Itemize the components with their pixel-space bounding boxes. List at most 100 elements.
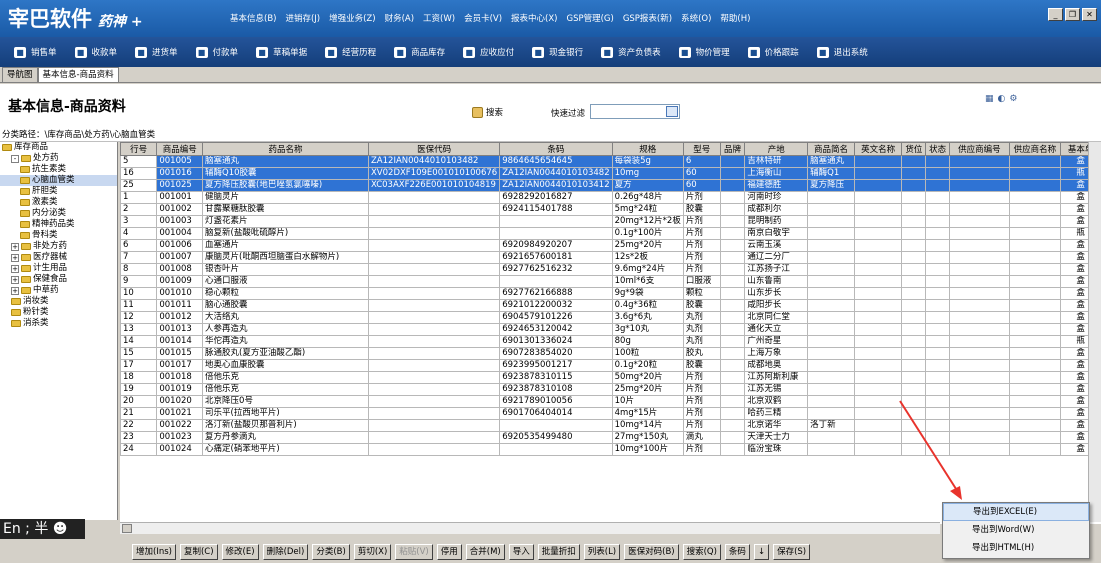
- column-header[interactable]: 型号: [682, 142, 721, 156]
- table-row[interactable]: 6 001006 血塞通片 6920984920207 25mg*20片 片剂 云南玉溪盒: [120, 239, 1101, 252]
- action-button[interactable]: ↓: [753, 543, 770, 560]
- menu-item[interactable]: GSP管理(G): [567, 12, 614, 24]
- menu-item[interactable]: GSP报表(新): [623, 12, 672, 24]
- column-header[interactable]: 药品名称: [202, 142, 369, 156]
- context-menu-item[interactable]: 导出到HTML(H): [943, 539, 1089, 557]
- table-row[interactable]: 8 001008 银杏叶片 6927762516232 9.6mg*24片 片剂 江苏扬子江…: [120, 263, 1101, 276]
- tree-node[interactable]: 精神药品类: [0, 219, 117, 230]
- tree-node[interactable]: 库存商品: [0, 142, 117, 153]
- menu-item[interactable]: 报表中心(X): [511, 12, 557, 24]
- toolbar-button[interactable]: ■ 现金银行: [526, 46, 589, 58]
- toolbar-button[interactable]: ■ 物价管理: [673, 46, 736, 58]
- toolbar-button[interactable]: ■ 商品库存: [388, 46, 451, 58]
- column-header[interactable]: 英文名称: [853, 142, 903, 156]
- tab[interactable]: 导航图: [2, 67, 38, 82]
- toolbar-button[interactable]: ■ 退出系统: [811, 46, 874, 58]
- column-header[interactable]: 商品编号: [156, 142, 204, 156]
- column-header[interactable]: 状态: [925, 142, 951, 156]
- table-row[interactable]: 25 001025 夏方降压胶囊(地巴唑氢氯噻嗪) XC03AXF226E001010…: [120, 179, 1101, 192]
- tree-node[interactable]: 肝胆类: [0, 186, 117, 197]
- chart-icon[interactable]: ▦: [985, 94, 994, 104]
- toolbar-button[interactable]: ■ 应收应付: [457, 46, 520, 58]
- column-header[interactable]: 产地: [744, 142, 809, 156]
- table-row[interactable]: 24 001024 心痛定(硝苯地平片) 10mg*100片 片剂 临汾宝珠盒: [120, 443, 1101, 456]
- table-row[interactable]: 23 001023 复方丹参滴丸 6920535499480 27mg*150丸 滴丸 天津…: [120, 431, 1101, 444]
- action-button[interactable]: 列表(L): [583, 543, 621, 560]
- tools-icon[interactable]: ⚙: [1009, 94, 1017, 104]
- menu-item[interactable]: 进销存(J): [285, 12, 320, 24]
- action-button[interactable]: 停用: [436, 543, 462, 560]
- action-button[interactable]: 导入: [508, 543, 534, 560]
- search-button[interactable]: 搜索: [472, 106, 503, 118]
- action-button[interactable]: 增加(Ins): [132, 543, 176, 560]
- tree-node[interactable]: 激素类: [0, 197, 117, 208]
- column-header[interactable]: 商品简名: [807, 142, 855, 156]
- table-row[interactable]: 1 001001 健脑灵片 6928292016827 0.26g*48片 片剂 河南时珍盒: [120, 191, 1101, 204]
- tree-node[interactable]: 消妆类: [0, 296, 117, 307]
- menu-item[interactable]: 基本信息(B): [230, 12, 276, 24]
- action-button[interactable]: 删除(Del): [262, 543, 309, 560]
- table-row[interactable]: 13 001013 人参再造丸 6924653120042 3g*10丸 丸剂 通化天立盒: [120, 323, 1101, 336]
- toolbar-button[interactable]: ■ 经营历程: [319, 46, 382, 58]
- close-icon[interactable]: ✕: [1082, 8, 1097, 21]
- tree-node[interactable]: 粉针类: [0, 307, 117, 318]
- table-row[interactable]: 12 001012 大活络丸 6904579101226 3.6g*6丸 丸剂 北京同仁堂盒: [120, 311, 1101, 324]
- tab[interactable]: 基本信息-商品资料: [37, 67, 119, 82]
- menu-item[interactable]: 系统(O): [681, 12, 711, 24]
- tree-node[interactable]: 内分泌类: [0, 208, 117, 219]
- menu-item[interactable]: 工资(W): [423, 12, 455, 24]
- table-row[interactable]: 16 001016 辅酶Q10胶囊 XV02DXF109E001010100676 ZA…: [120, 167, 1101, 180]
- expand-icon[interactable]: +: [11, 242, 19, 251]
- vertical-scrollbar[interactable]: [1088, 142, 1101, 522]
- table-row[interactable]: 11 001011 脑心通胶囊 6921012200032 0.4g*36粒 胶囊 咸阳步长…: [120, 299, 1101, 312]
- tree-node[interactable]: 抗生素类: [0, 164, 117, 175]
- table-row[interactable]: 3 001003 灯盏花素片 20mg*12片*2板 片剂 昆明制药盒: [120, 215, 1101, 228]
- column-header[interactable]: 供应商名称: [1008, 142, 1062, 156]
- column-header[interactable]: 医保代码: [367, 142, 501, 156]
- column-header[interactable]: 货位: [901, 142, 927, 156]
- toolbar-button[interactable]: ■ 收款单: [69, 46, 124, 58]
- tree-node[interactable]: 心脑血管类: [0, 175, 117, 186]
- menu-item[interactable]: 帮助(H): [720, 12, 750, 24]
- tree-node[interactable]: + 保健食品: [0, 274, 117, 285]
- action-button[interactable]: 条码: [724, 543, 750, 560]
- table-row[interactable]: 9 001009 心通口服液 10ml*6支 口服液 山东鲁南盒: [120, 275, 1101, 288]
- action-button[interactable]: 复制(C): [179, 543, 218, 560]
- menu-item[interactable]: 增强业务(Z): [329, 12, 375, 24]
- toolbar-button[interactable]: ■ 草稿单据: [250, 46, 313, 58]
- table-row[interactable]: 21 001021 司乐平(拉西地平片) 6901706404014 4mg*15片 片剂…: [120, 407, 1101, 420]
- tree-node[interactable]: 骨科类: [0, 230, 117, 241]
- table-row[interactable]: 18 001018 倍他乐克 6923878310115 50mg*20片 片剂 江苏阿斯利…: [120, 371, 1101, 384]
- column-header[interactable]: 条码: [499, 142, 613, 156]
- expand-icon[interactable]: +: [11, 286, 19, 295]
- ime-status-bar[interactable]: En ; 半 ☻: [0, 519, 85, 539]
- action-button[interactable]: 分类(B): [312, 543, 350, 560]
- column-header[interactable]: 品牌: [719, 142, 746, 156]
- action-button[interactable]: 医保对码(B): [624, 543, 679, 560]
- action-button[interactable]: 合并(M): [465, 543, 505, 560]
- table-row[interactable]: 20 001020 北京降压0号 6921789010056 10片 片剂 北京双鹤盒: [120, 395, 1101, 408]
- action-button[interactable]: 搜索(Q): [682, 543, 721, 560]
- tree-node[interactable]: - 处方药: [0, 153, 117, 164]
- action-button[interactable]: 保存(S): [773, 543, 811, 560]
- action-button[interactable]: 修改(E): [221, 543, 259, 560]
- restore-icon[interactable]: ❐: [1065, 8, 1080, 21]
- context-menu-item[interactable]: 导出到Word(W): [943, 521, 1089, 539]
- palette-icon[interactable]: ◐: [998, 94, 1006, 104]
- column-header[interactable]: 规格: [611, 142, 684, 156]
- table-row[interactable]: 17 001017 地奥心血康胶囊 6923995001217 0.1g*20粒 胶囊 成都…: [120, 359, 1101, 372]
- quick-filter-dropdown-button[interactable]: [666, 106, 678, 117]
- table-row[interactable]: 22 001022 洛汀新(盐酸贝那普利片) 10mg*14片 片剂 北京诺华 洛丁新盒: [120, 419, 1101, 432]
- table-row[interactable]: 10 001010 稳心颗粒 6927762166888 9g*9袋 颗粒 山东步长盒: [120, 287, 1101, 300]
- menu-item[interactable]: 财务(A): [385, 12, 414, 24]
- toolbar-button[interactable]: ■ 销售单: [8, 46, 63, 58]
- horizontal-scrollbar[interactable]: [120, 522, 940, 534]
- table-row[interactable]: 4 001004 脑复新(盐酸吡硫醇片) 0.1g*100片 片剂 南京白敬宇瓶: [120, 227, 1101, 240]
- column-header[interactable]: 行号: [120, 142, 158, 156]
- table-row[interactable]: 7 001007 康脑灵片(吡酮西坦脑蛋白水解物片) 6921657600181 12s…: [120, 251, 1101, 264]
- tree-node[interactable]: + 非处方药: [0, 241, 117, 252]
- action-button[interactable]: 剪切(X): [353, 543, 392, 560]
- table-row[interactable]: 14 001014 华佗再造丸 6901301336024 80g 丸剂 广州奇星瓶: [120, 335, 1101, 348]
- toolbar-button[interactable]: ■ 资产负债表: [595, 46, 667, 58]
- tree-node[interactable]: + 计生用品: [0, 263, 117, 274]
